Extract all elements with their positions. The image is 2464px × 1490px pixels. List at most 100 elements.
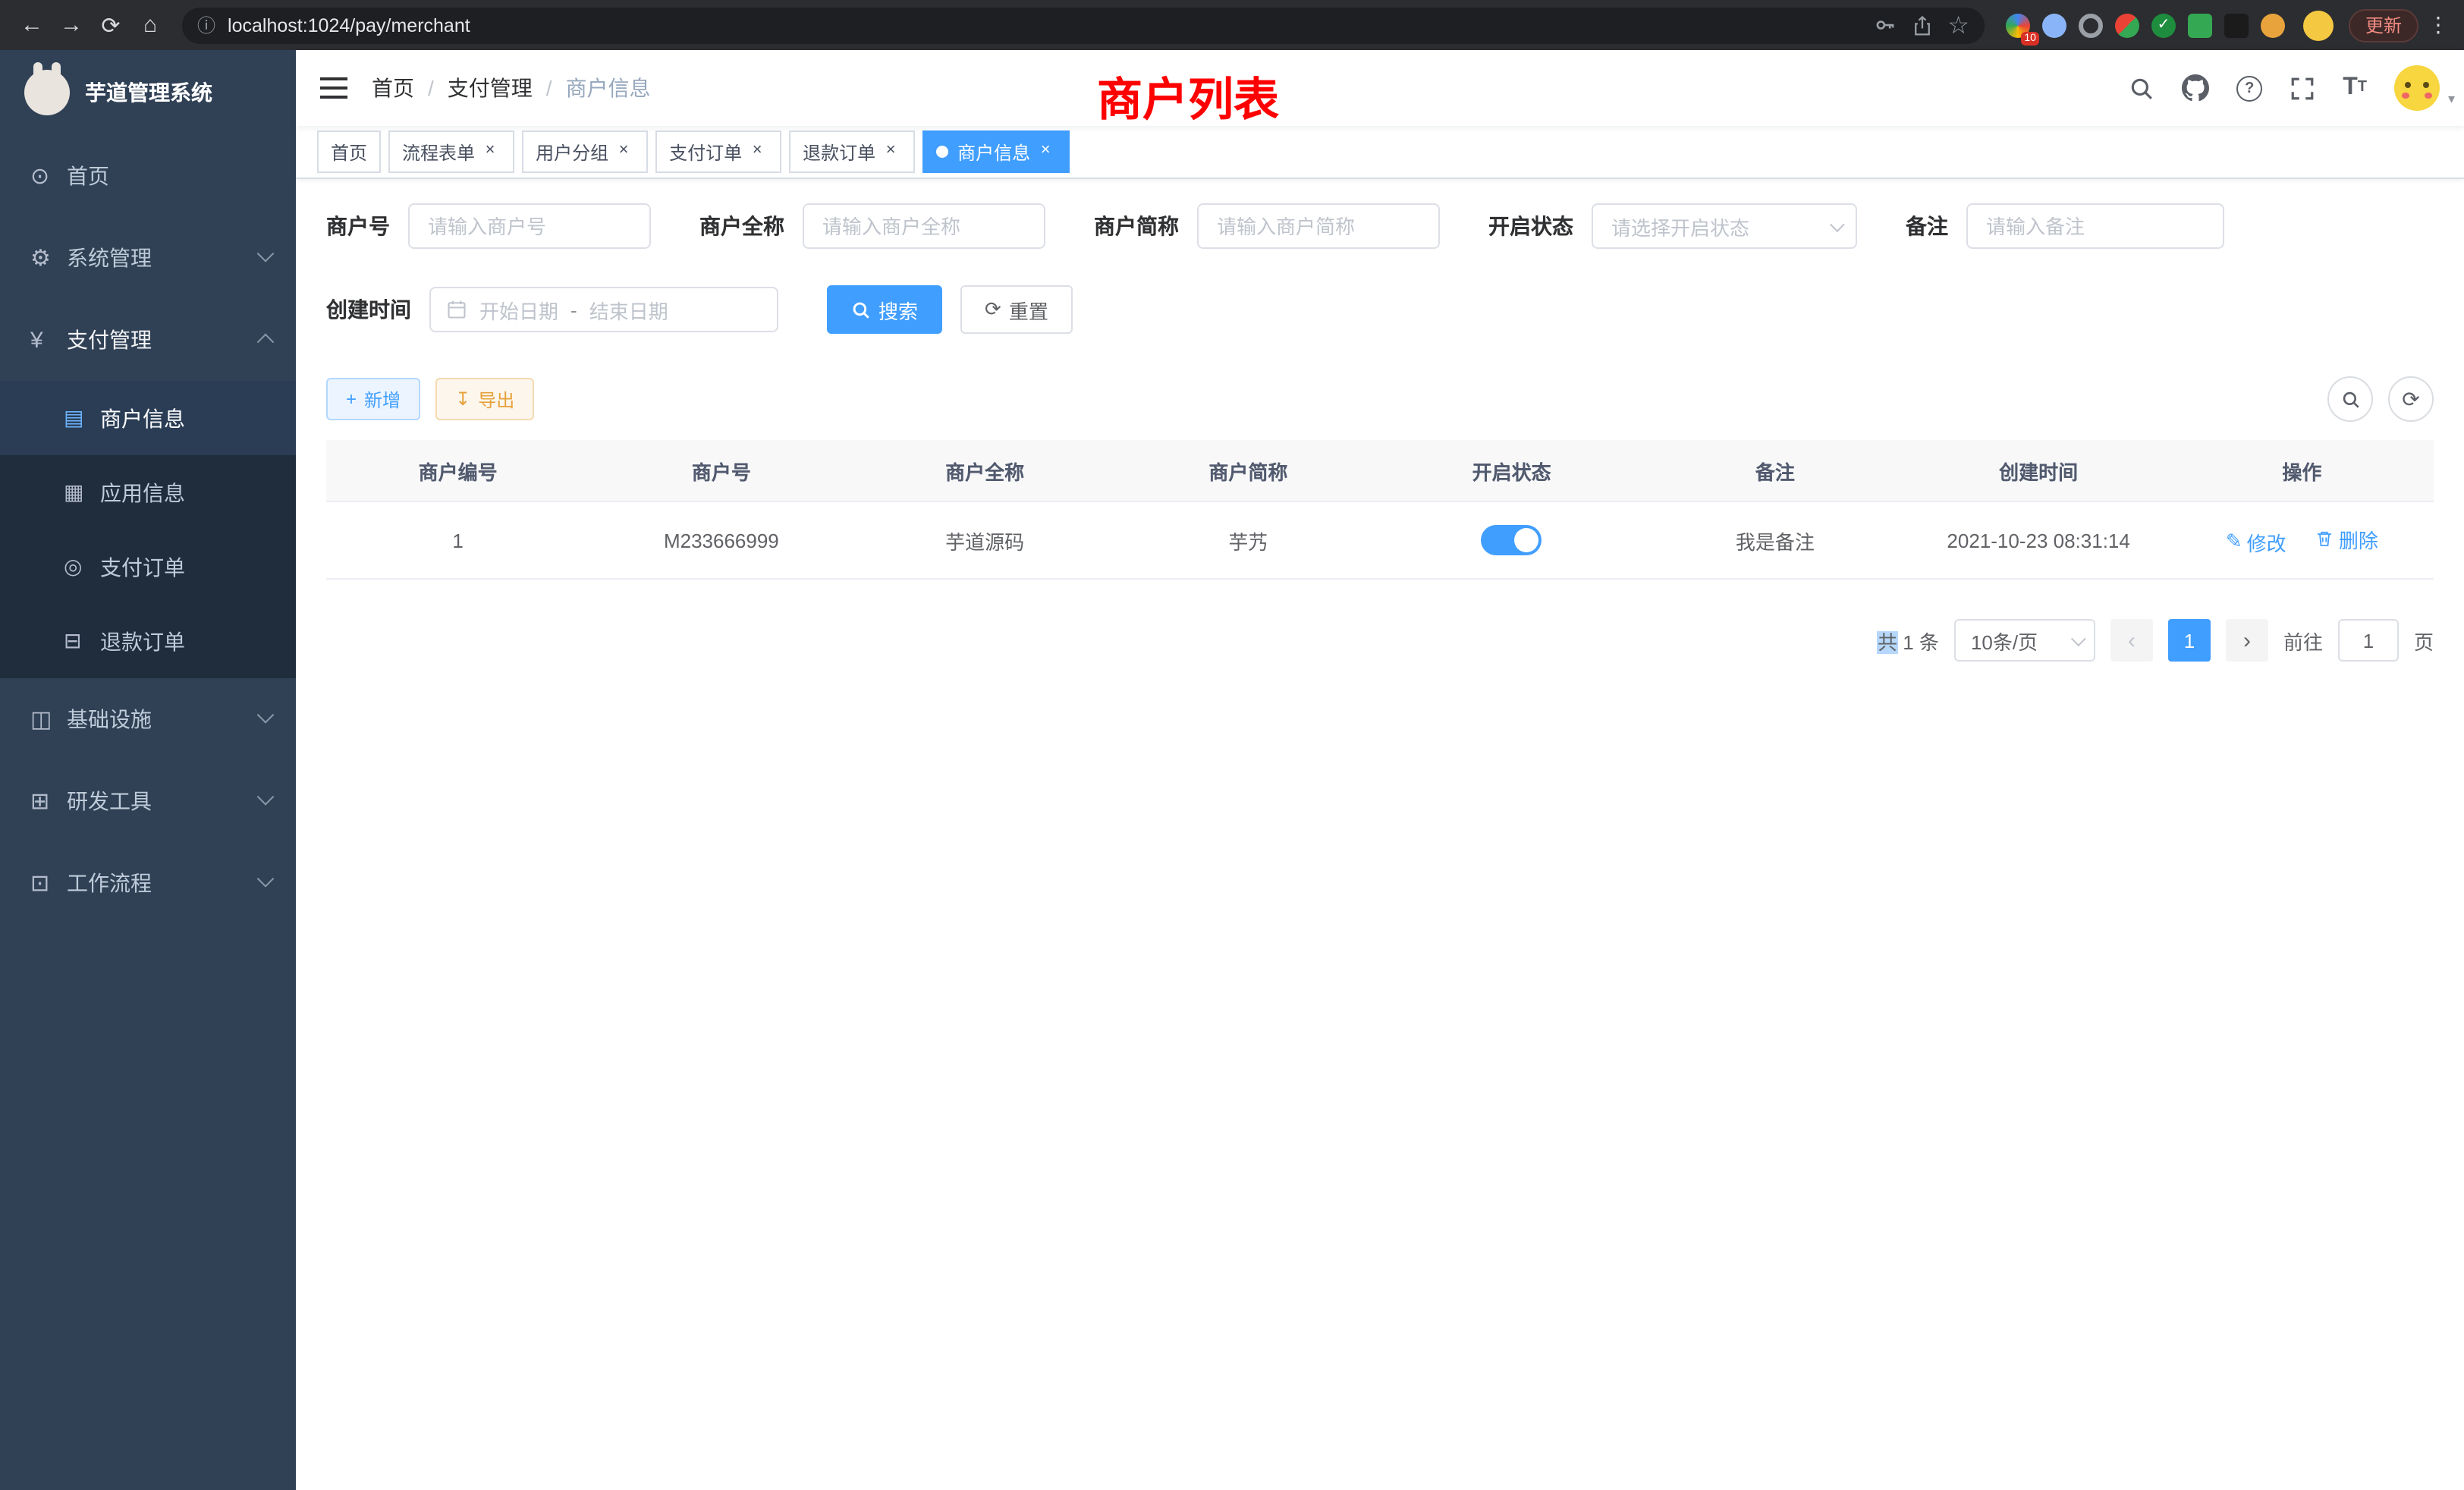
browser-profile-avatar[interactable]	[2303, 10, 2334, 40]
close-tab-icon[interactable]: ×	[479, 141, 501, 162]
end-date-placeholder: 结束日期	[589, 295, 668, 324]
browser-home-button[interactable]: ⌂	[130, 5, 170, 45]
close-tab-icon[interactable]: ×	[613, 141, 634, 162]
sidebar-item-pay-order[interactable]: ◎ 支付订单	[0, 530, 296, 604]
tab-merchant-info[interactable]: 商户信息 ×	[922, 130, 1070, 173]
github-icon[interactable]	[2182, 74, 2209, 102]
tab-home[interactable]: 首页	[317, 130, 381, 173]
merchant-table: 商户编号 商户号 商户全称 商户简称 开启状态 备注 创建时间 操作 1	[326, 440, 2434, 580]
search-icon[interactable]	[2129, 75, 2154, 101]
create-time-range-picker[interactable]: 开始日期 - 结束日期	[429, 287, 778, 332]
tab-label: 支付订单	[669, 139, 742, 165]
tab-label: 用户分组	[536, 139, 608, 165]
sidebar-item-infrastructure[interactable]: ◫ 基础设施	[0, 678, 296, 760]
extension-icon[interactable]	[2042, 13, 2066, 37]
gear-icon: ⚙	[30, 244, 67, 272]
edit-button[interactable]: ✎ 修改	[2226, 527, 2286, 556]
close-tab-icon[interactable]: ×	[746, 141, 768, 162]
page-number-button[interactable]: 1	[2168, 619, 2211, 662]
close-tab-icon[interactable]: ×	[1035, 141, 1056, 162]
app-title: 芋道管理系统	[85, 77, 212, 108]
browser-reload-button[interactable]: ⟳	[91, 5, 130, 45]
status-select[interactable]: 请选择开启状态	[1592, 203, 1857, 249]
hamburger-icon[interactable]	[320, 77, 347, 99]
download-icon: ↧	[455, 388, 470, 410]
browser-back-button[interactable]: ←	[12, 5, 52, 45]
prev-page-button[interactable]: ‹	[2110, 619, 2153, 662]
extension-icon[interactable]	[2115, 13, 2139, 37]
tab-refund-order[interactable]: 退款订单 ×	[789, 130, 915, 173]
close-tab-icon[interactable]: ×	[880, 141, 901, 162]
logo-avatar	[24, 70, 70, 115]
refresh-icon: ⟳	[985, 297, 1001, 322]
page-size-value: 10条/页	[1971, 626, 2038, 655]
navbar-actions: ? TT ▾	[2129, 65, 2440, 111]
chevron-down-icon	[257, 788, 275, 806]
password-key-icon[interactable]	[1873, 14, 1896, 36]
sidebar-item-app-info[interactable]: ▦ 应用信息	[0, 455, 296, 530]
help-icon[interactable]: ?	[2236, 75, 2262, 101]
sidebar-item-refund-order[interactable]: ⊟ 退款订单	[0, 604, 296, 678]
full-name-input[interactable]	[803, 203, 1045, 249]
tab-process-form[interactable]: 流程表单 ×	[388, 130, 514, 173]
cell-remark: 我是备注	[1643, 501, 1906, 579]
url-text[interactable]: localhost:1024/pay/merchant	[228, 14, 1858, 36]
sidebar-item-home[interactable]: ⊙ 首页	[0, 135, 296, 217]
font-size-icon[interactable]: TT	[2343, 76, 2367, 100]
extension-icon[interactable]	[2261, 13, 2285, 37]
payment-submenu: ▤ 商户信息 ▦ 应用信息 ◎ 支付订单 ⊟ 退款订单	[0, 381, 296, 678]
extension-icon[interactable]	[2188, 13, 2212, 37]
fullscreen-icon[interactable]	[2290, 75, 2315, 101]
remark-input[interactable]	[1966, 203, 2224, 249]
sidebar-item-system[interactable]: ⚙ 系统管理	[0, 217, 296, 299]
extension-icon[interactable]: 10	[2006, 13, 2030, 37]
chevron-down-icon	[257, 245, 275, 262]
sidebar-item-merchant-info[interactable]: ▤ 商户信息	[0, 381, 296, 455]
extension-icon[interactable]	[2079, 13, 2103, 37]
breadcrumb-payment[interactable]: 支付管理	[448, 73, 533, 103]
merchant-no-input[interactable]	[408, 203, 651, 249]
extension-icon[interactable]	[2224, 13, 2249, 37]
site-info-icon[interactable]: ⓘ	[197, 12, 215, 38]
next-page-button[interactable]: ›	[2226, 619, 2268, 662]
toggle-search-button[interactable]	[2327, 376, 2373, 422]
sidebar-item-workflow[interactable]: ⊡ 工作流程	[0, 842, 296, 924]
extension-icon[interactable]: ✓	[2151, 13, 2176, 37]
page-size-select[interactable]: 10条/页	[1954, 619, 2095, 662]
search-button[interactable]: 搜索	[827, 285, 942, 334]
top-navbar: 首页 / 支付管理 / 商户信息 商户列表 ?	[296, 50, 2464, 126]
col-create-time: 创建时间	[1907, 440, 2170, 501]
browser-menu-icon[interactable]: ⋮	[2425, 12, 2452, 38]
col-short-name: 商户简称	[1117, 440, 1380, 501]
goto-page-input[interactable]	[2338, 619, 2399, 662]
merchant-no-label: 商户号	[326, 211, 390, 241]
delete-button[interactable]: 删除	[2316, 524, 2378, 553]
share-icon[interactable]	[1911, 14, 1932, 36]
browser-update-button[interactable]: 更新	[2349, 8, 2418, 42]
bookmark-star-icon[interactable]: ☆	[1947, 10, 1969, 40]
tab-label: 首页	[331, 139, 367, 165]
col-actions: 操作	[2170, 440, 2434, 501]
app-grid-icon: ▦	[64, 479, 100, 505]
reset-button[interactable]: ⟳ 重置	[960, 285, 1073, 334]
refresh-table-button[interactable]: ⟳	[2388, 376, 2434, 422]
chevron-down-icon	[257, 706, 275, 724]
edit-icon: ✎	[2226, 530, 2242, 554]
add-button[interactable]: + 新增	[326, 378, 420, 420]
browser-forward-button[interactable]: →	[52, 5, 91, 45]
tab-user-group[interactable]: 用户分组 ×	[522, 130, 648, 173]
user-avatar[interactable]: ▾	[2394, 65, 2440, 111]
export-button[interactable]: ↧ 导出	[435, 378, 534, 420]
status-toggle[interactable]	[1482, 525, 1542, 555]
breadcrumb-home[interactable]: 首页	[372, 73, 414, 103]
address-bar[interactable]: ⓘ localhost:1024/pay/merchant ☆	[182, 7, 1985, 43]
pagination: 共 1 条 10条/页 ‹ 1 › 前往 页	[326, 619, 2434, 662]
monitor-icon: ◫	[30, 706, 67, 733]
start-date-placeholder: 开始日期	[479, 295, 558, 324]
status-select-placeholder: 请选择开启状态	[1611, 212, 1749, 240]
app-logo[interactable]: 芋道管理系统	[0, 50, 296, 135]
short-name-input[interactable]	[1197, 203, 1440, 249]
sidebar-item-dev-tools[interactable]: ⊞ 研发工具	[0, 760, 296, 842]
tab-pay-order[interactable]: 支付订单 ×	[655, 130, 781, 173]
sidebar-item-payment[interactable]: ¥ 支付管理	[0, 299, 296, 381]
